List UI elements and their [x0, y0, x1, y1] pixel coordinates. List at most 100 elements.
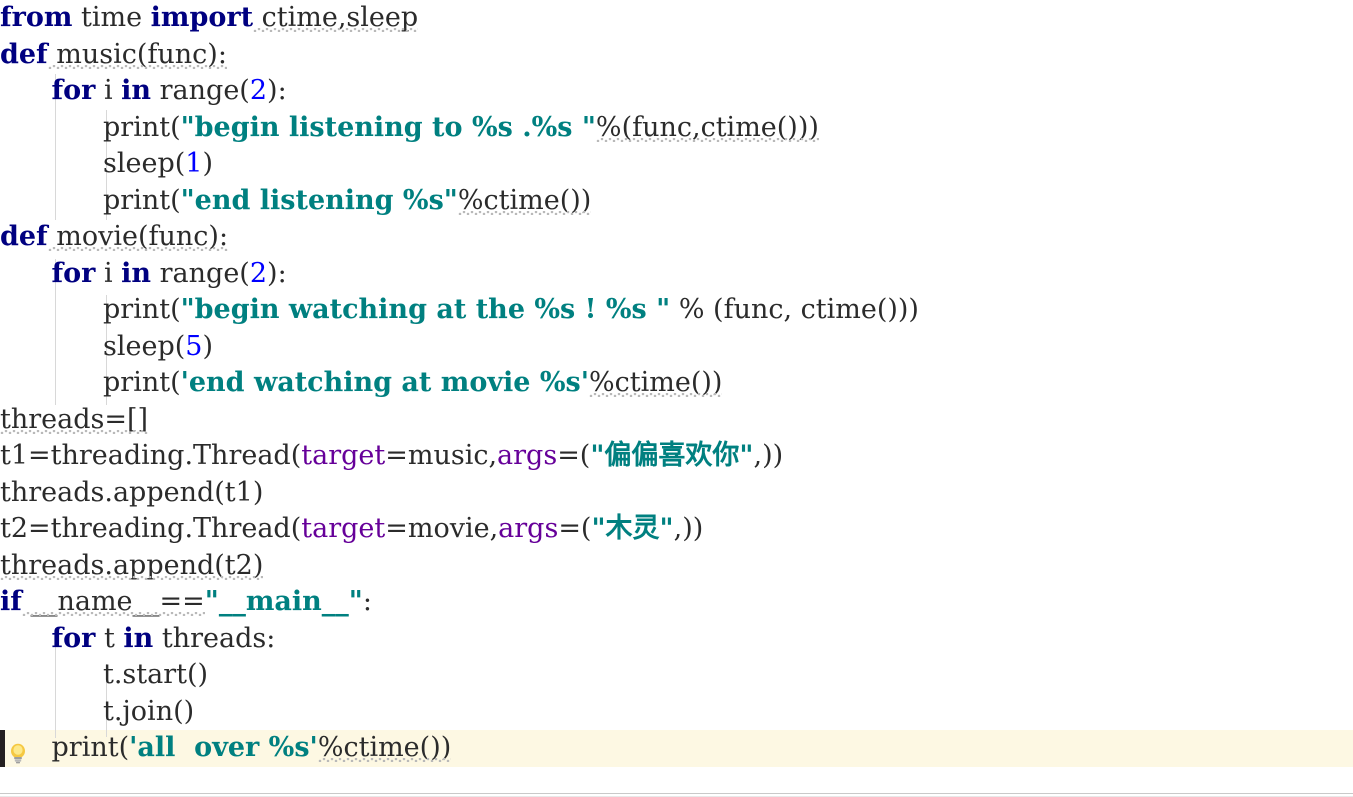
- code-token: t.start(): [103, 659, 209, 690]
- code-token: %ctime()): [317, 732, 452, 763]
- code-line[interactable]: threads.append(t2): [0, 548, 1353, 585]
- code-line-text: threads.append(t2): [0, 548, 263, 585]
- code-line[interactable]: for t in threads:: [0, 621, 1353, 658]
- code-line-text: for i in range(2):: [52, 256, 287, 293]
- code-line-text: print('end watching at movie %s'%ctime()…: [103, 365, 722, 402]
- code-token: t2=threading.Thread(: [0, 513, 302, 544]
- code-line[interactable]: print("begin watching at the %s ! %s " %…: [0, 292, 1353, 329]
- code-line-text: t2=threading.Thread(target=movie,args=("…: [0, 511, 703, 548]
- code-line[interactable]: t.join(): [0, 694, 1353, 731]
- code-line[interactable]: threads=[]: [0, 402, 1353, 439]
- code-token: ,)): [753, 440, 784, 471]
- code-line-text: def movie(func):: [0, 219, 228, 256]
- code-line[interactable]: t2=threading.Thread(target=movie,args=("…: [0, 511, 1353, 548]
- code-line-text: print("begin watching at the %s ! %s " %…: [103, 292, 919, 329]
- code-token: movie(func):: [47, 221, 229, 252]
- code-token: ctime,sleep: [253, 2, 419, 33]
- code-line[interactable]: from time import ctime,sleep: [0, 0, 1353, 37]
- code-line[interactable]: t1=threading.Thread(target=music,args=("…: [0, 438, 1353, 475]
- code-token: %(func,ctime())): [595, 111, 819, 143]
- code-token: in: [121, 75, 152, 106]
- code-area[interactable]: from time import ctime,sleep def music(fu…: [0, 0, 1353, 780]
- code-token: for: [51, 75, 96, 106]
- code-line-text: threads=[]: [0, 402, 148, 439]
- code-line[interactable]: print('end watching at movie %s'%ctime()…: [0, 365, 1353, 402]
- code-token: ):: [267, 257, 287, 289]
- code-token: print(: [103, 367, 181, 398]
- code-line-text: from time import ctime,sleep: [0, 0, 418, 37]
- code-line-text: threads.append(t1): [0, 475, 263, 512]
- code-token: "begin listening to %s .%s ": [180, 111, 596, 143]
- code-line[interactable]: threads.append(t1): [0, 475, 1353, 512]
- code-line[interactable]: sleep(1): [0, 146, 1353, 183]
- code-token: i: [95, 75, 122, 106]
- code-line-text: sleep(1): [103, 146, 213, 183]
- caret-line-marker: [0, 730, 5, 767]
- code-token: 5: [185, 330, 203, 362]
- code-line-text: print("begin listening to %s .%s "%(func…: [103, 110, 819, 147]
- code-token: from: [0, 2, 73, 33]
- code-token: threads=[]: [0, 403, 149, 435]
- code-line-text: t.join(): [103, 694, 194, 731]
- code-token: target: [301, 513, 386, 544]
- code-token: for: [51, 622, 96, 654]
- code-token: threads:: [153, 622, 276, 654]
- code-token: threads.append(t2): [0, 549, 264, 581]
- code-line[interactable]: print("begin listening to %s .%s "%(func…: [0, 110, 1353, 147]
- code-line[interactable]: def music(func):: [0, 37, 1353, 74]
- code-token: 1: [185, 148, 203, 179]
- code-line[interactable]: for i in range(2):: [0, 73, 1353, 110]
- code-token: t: [95, 622, 124, 654]
- code-token: range(: [151, 75, 250, 106]
- code-line-text: print('all over %s'%ctime()): [52, 730, 452, 767]
- python-code-editor[interactable]: from time import ctime,sleep def music(fu…: [0, 0, 1353, 797]
- code-token: def: [0, 221, 48, 252]
- code-token: args: [498, 513, 559, 544]
- code-token: %ctime()): [457, 184, 592, 216]
- code-line-caret[interactable]: print('all over %s'%ctime()): [0, 730, 1353, 767]
- code-line-text: print("end listening %s"%ctime()): [103, 183, 591, 220]
- code-line[interactable]: print("end listening %s"%ctime()): [0, 183, 1353, 220]
- code-token: %ctime()): [589, 367, 723, 398]
- code-token: import: [150, 2, 254, 33]
- code-line-text: t1=threading.Thread(target=music,args=("…: [0, 438, 783, 475]
- code-line[interactable]: sleep(5): [0, 329, 1353, 366]
- code-token: % (func, ctime())): [670, 294, 919, 325]
- code-token: =music,: [385, 440, 498, 471]
- code-token: music(func):: [47, 38, 227, 70]
- code-token: threads.append(t1): [0, 476, 264, 508]
- code-token: :: [362, 586, 372, 617]
- code-line[interactable]: def movie(func):: [0, 219, 1353, 256]
- code-line-text: t.start(): [103, 657, 208, 694]
- code-line[interactable]: for i in range(2):: [0, 256, 1353, 293]
- code-token: __name__==: [21, 586, 205, 617]
- code-token: sleep(: [103, 148, 186, 179]
- code-token: print(: [103, 294, 181, 325]
- code-token: t1=threading.Thread(: [0, 440, 302, 471]
- code-token: ): [202, 330, 213, 362]
- code-token: ):: [267, 75, 287, 106]
- code-token: =(: [558, 513, 592, 544]
- code-token: for: [51, 257, 96, 289]
- code-token: in: [121, 257, 152, 289]
- code-token: print(: [51, 732, 130, 763]
- code-token: =(: [557, 440, 591, 471]
- code-token: print(: [103, 111, 181, 143]
- code-token: sleep(: [103, 330, 186, 362]
- code-line[interactable]: if __name__=="__main__":: [0, 584, 1353, 621]
- code-token: ,)): [673, 513, 704, 544]
- code-token: 2: [249, 75, 268, 106]
- code-token: ): [202, 148, 213, 179]
- code-line[interactable]: t.start(): [0, 657, 1353, 694]
- code-line-text: for i in range(2):: [52, 73, 287, 110]
- code-token: =movie,: [385, 513, 499, 544]
- code-line-text: for t in threads:: [52, 621, 276, 658]
- lightbulb-icon[interactable]: [8, 738, 28, 764]
- code-token: "木灵": [591, 513, 674, 544]
- code-line-text: if __name__=="__main__":: [0, 584, 372, 621]
- code-token: print(: [103, 184, 181, 216]
- code-token: i: [95, 257, 122, 289]
- code-token: time: [72, 2, 151, 33]
- code-token: 2: [249, 257, 268, 289]
- code-token: 'all over %s': [129, 732, 318, 763]
